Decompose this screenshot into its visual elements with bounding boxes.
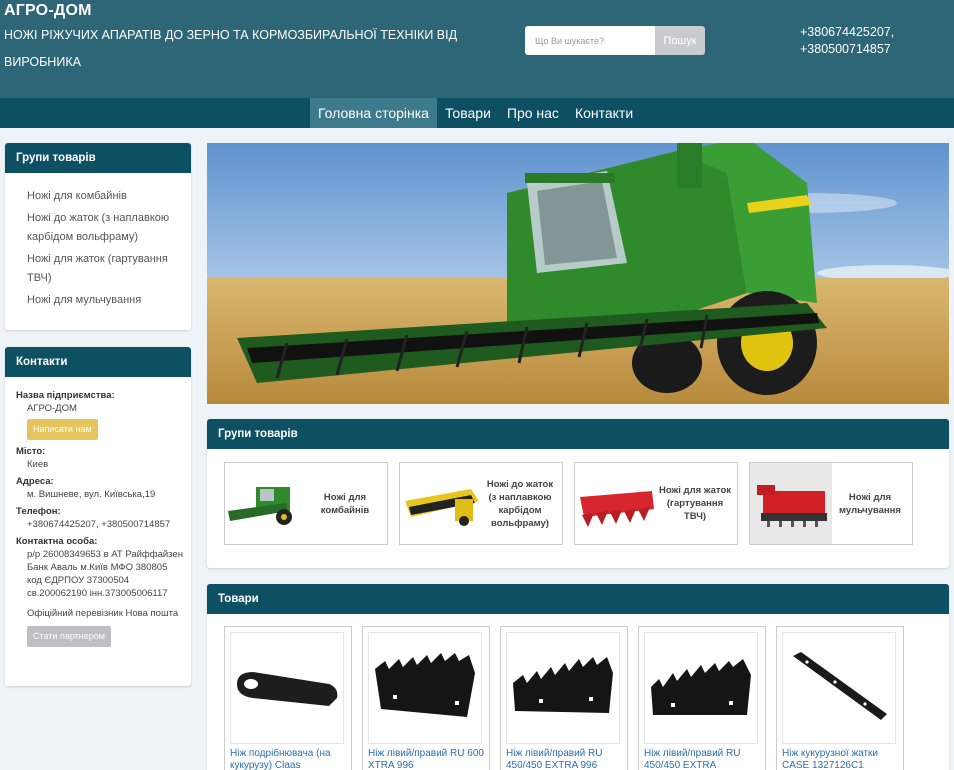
phone-value: +380674425207, +380500714857 (27, 519, 171, 530)
product-name[interactable]: Ніж лівий/правий RU 450/450 EXTRA (644, 748, 760, 770)
sidebar-group-combines[interactable]: Ножі для комбайнів (27, 187, 181, 206)
group-card-carbide[interactable]: Ножі до жаток (з наплавкою карбідом воль… (399, 462, 563, 545)
nav-contacts[interactable]: Контакти (567, 98, 641, 128)
sidebar-groups-title: Групи товарів (5, 143, 191, 173)
group-card-label: Ножі для мульчування (839, 491, 901, 516)
sidebar-group-carbide[interactable]: Ножі до жаток (з наплавкою карбідом воль… (27, 209, 181, 247)
main-groups-panel: Групи товарів Ножі для комбайнів Ножі до… (207, 419, 949, 568)
main-nav: Головна сторінка Товари Про нас Контакти (0, 98, 954, 128)
product-name[interactable]: Ніж лівий/правий RU 600 XTRA 996 (368, 748, 484, 770)
product-image (782, 632, 896, 744)
site-title[interactable]: АГРО-ДОМ (4, 2, 92, 20)
site-header: АГРО-ДОМ НОЖІ РІЖУЧИХ АПАРАТІВ ДО ЗЕРНО … (0, 0, 954, 98)
product-image (230, 632, 344, 744)
product-card[interactable]: Ніж кукурузної жатки CASE 1327126C1 (776, 626, 904, 770)
main-products-title: Товари (207, 584, 949, 614)
person-value: р/р 26008349653 в АТ Райффайзен Банк Ава… (27, 549, 183, 599)
group-card-mulching[interactable]: Ножі для мульчування (749, 462, 913, 545)
nav-about[interactable]: Про нас (499, 98, 567, 128)
city-label: Місто: (16, 446, 46, 457)
combine-image (225, 463, 307, 544)
nav-home[interactable]: Головна сторінка (310, 98, 437, 128)
group-card-label: Ножі до жаток (з наплавкою карбідом воль… (486, 478, 554, 529)
hero-banner-image (207, 143, 949, 404)
nav-products[interactable]: Товари (437, 98, 499, 128)
product-card[interactable]: Ніж лівий/правий RU 450/450 EXTRA 996 (500, 626, 628, 770)
sidebar-contacts-title: Контакти (5, 347, 191, 377)
phone-label: Телефон: (16, 506, 61, 517)
main-groups-title: Групи товарів (207, 419, 949, 449)
carrier-text: Офіційний перевізник Нова пошта (27, 608, 179, 619)
corn-header-image (575, 463, 657, 544)
person-label: Контактна особа: (16, 536, 98, 547)
group-card-label: Ножі для комбайнів (320, 491, 370, 516)
search-button[interactable]: Пошук (655, 26, 705, 55)
product-name[interactable]: Ніж подрібнювача (на кукурузу) Claas (230, 748, 346, 770)
search-form: Пошук (525, 26, 705, 55)
write-us-button[interactable]: Написати нам (27, 419, 98, 440)
company-value: АГРО-ДОМ (27, 403, 77, 414)
product-name[interactable]: Ніж лівий/правий RU 450/450 EXTRA 996 (506, 748, 622, 770)
sidebar-contacts-panel: Контакти Назва підприємства: АГРО-ДОМ На… (5, 347, 191, 686)
main-products-panel: Товари Ніж подрібнювача (на кукурузу) Cl… (207, 584, 949, 770)
company-label: Назва підприємства: (16, 390, 115, 401)
product-image (506, 632, 620, 744)
site-description: НОЖІ РІЖУЧИХ АПАРАТІВ ДО ЗЕРНО ТА КОРМОЗ… (4, 28, 458, 69)
address-value: м. Вишневе, вул. Київська,19 (27, 489, 156, 500)
product-image (644, 632, 758, 744)
group-card-label: Ножі для жаток (гартування ТВЧ) (658, 485, 732, 522)
sidebar-group-mulching[interactable]: Ножі для мульчування (27, 291, 181, 310)
sidebar-group-hardening[interactable]: Ножі для жаток (гартування ТВЧ) (27, 250, 181, 288)
search-input[interactable] (525, 26, 655, 55)
phone-1: +380674425207, (800, 25, 895, 39)
header-attachment-image (400, 463, 482, 544)
sidebar-groups-panel: Групи товарів Ножі для комбайнів Ножі до… (5, 143, 191, 330)
address-label: Адреса: (16, 476, 54, 487)
mulcher-image (750, 463, 832, 544)
city-value: Киев (27, 459, 49, 470)
product-image (368, 632, 482, 744)
phone-2: +380500714857 (800, 42, 891, 56)
group-card-hardening[interactable]: Ножі для жаток (гартування ТВЧ) (574, 462, 738, 545)
become-partner-button[interactable]: Стати партнером (27, 626, 111, 647)
group-card-combines[interactable]: Ножі для комбайнів (224, 462, 388, 545)
product-name[interactable]: Ніж кукурузної жатки CASE 1327126C1 (782, 748, 898, 770)
product-card[interactable]: Ніж подрібнювача (на кукурузу) Claas (224, 626, 352, 770)
header-phones: +380674425207, +380500714857 (800, 24, 894, 58)
product-card[interactable]: Ніж лівий/правий RU 600 XTRA 996 (362, 626, 490, 770)
product-card[interactable]: Ніж лівий/правий RU 450/450 EXTRA (638, 626, 766, 770)
